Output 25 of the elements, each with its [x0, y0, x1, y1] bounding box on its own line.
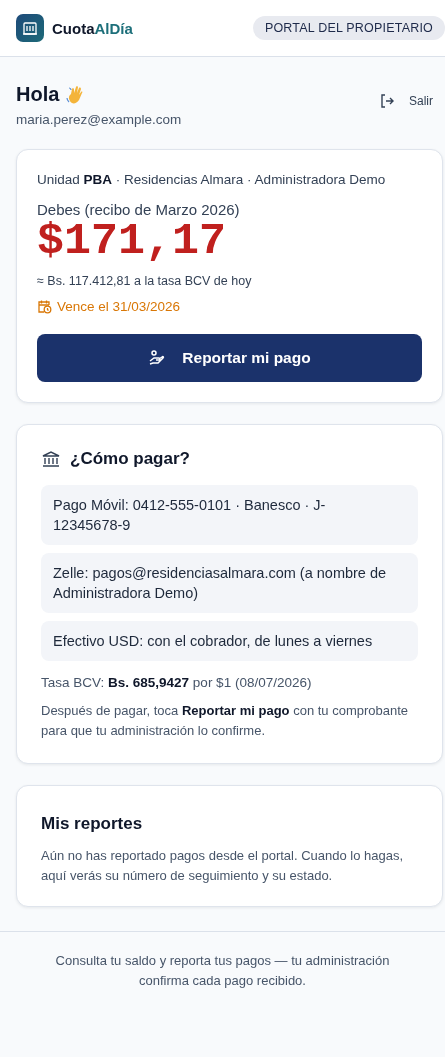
brand-name: CuotaAlDía — [52, 19, 133, 37]
exchange-rate: Tasa BCV: Bs. 685,9427 por $1 (08/07/2026) — [41, 675, 313, 690]
bank-icon — [41, 449, 61, 469]
hand-coin-icon — [148, 349, 167, 367]
due-date: Vence el 31/03/2026 — [57, 299, 181, 314]
amount-label: Debes (recibo de Marzo 2026) — [37, 201, 241, 218]
empty-message: Aún no has reportado pagos desde el portal. Cuando lo hagas, aquí verás su número de seguimiento y su estado. — [41, 847, 405, 885]
greeting: Hola — [16, 83, 60, 106]
logout-icon — [379, 93, 395, 109]
payment-note: Después de pagar, toca Reportar mi pago con tu comprobante para que tu administración lo confirme. — [41, 702, 410, 740]
payment-method: Efectivo USD: con el cobrador, de lunes a viernes — [41, 621, 418, 661]
calendar-clock-icon — [37, 299, 52, 314]
section-title: ¿Cómo pagar? — [70, 449, 190, 469]
portal-badge: PORTAL DEL PROPIETARIO — [252, 16, 445, 40]
footer-text: Consulta tu saldo y reporta tus pagos — tu administración confirma cada pago recibido. — [0, 931, 445, 1010]
section-title: Mis reportes — [41, 814, 144, 834]
amount-due: $171,17 — [37, 220, 227, 264]
report-payment-button[interactable]: Reportar mi pago — [37, 334, 422, 382]
user-email: maria.perez@example.com — [16, 112, 182, 127]
unit-info: Unidad PBA · Residencias Almara · Administradora Demo — [37, 172, 387, 187]
logout-button[interactable]: Salir — [379, 87, 433, 115]
app-logo — [16, 14, 44, 42]
bolivar-conversion: ≈ Bs. 117.412,81 a la tasa BCV de hoy — [37, 274, 253, 288]
payment-method: Pago Móvil: 0412-555-0101 · Banesco · J-12345678-9 — [41, 485, 418, 545]
payment-method: Zelle: pagos@residenciasalmara.com (a nombre de Administradora Demo) — [41, 553, 418, 613]
